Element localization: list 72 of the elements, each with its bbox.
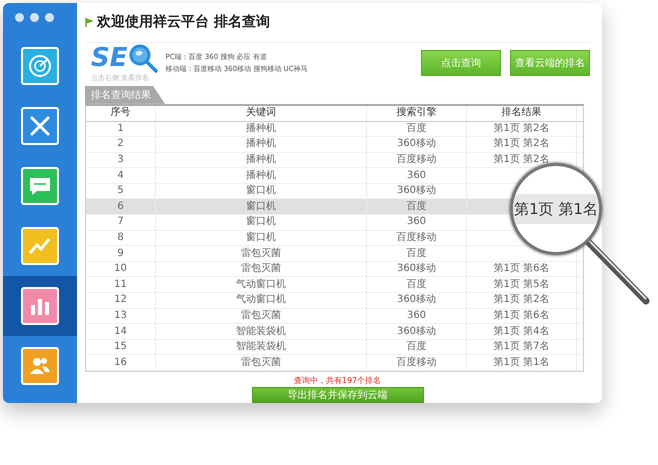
table-cell: 360移动 <box>367 137 467 152</box>
table-cell: 百度移动 <box>367 152 467 168</box>
table-cell: 智能装袋机 <box>156 324 367 339</box>
table-cell: 1 <box>86 122 156 136</box>
table-cell: 播种机 <box>156 168 367 183</box>
table-cell: 360移动 <box>367 262 467 276</box>
table-cell: 12 <box>86 293 156 308</box>
table-cell: 播种机 <box>156 152 367 168</box>
radar-icon <box>27 53 53 79</box>
sidebar-item[interactable] <box>3 276 77 336</box>
globe-search-icon <box>128 42 158 73</box>
table-cell: 第1页 第6名 <box>467 262 577 276</box>
table-cell: 第1页 第5名 <box>467 277 577 292</box>
table-cell: 2 <box>86 137 156 152</box>
table-cell: 播种机 <box>156 122 367 136</box>
table-cell: 窗口机 <box>156 184 367 198</box>
table-cell: 窗口机 <box>156 199 367 214</box>
table-cell: 百度移动 <box>367 355 467 370</box>
table-cell: 第1页 第7名 <box>467 340 577 354</box>
table-cell: 百度移动 <box>367 230 467 246</box>
table-cell: 3 <box>86 152 156 168</box>
flag-icon <box>85 18 93 27</box>
table-cell: 16 <box>86 355 156 370</box>
table-cell: 360移动 <box>367 324 467 339</box>
column-header[interactable]: 关键词 <box>156 106 367 120</box>
table-cell: 7 <box>86 215 156 230</box>
table-cell: 百度 <box>367 199 467 214</box>
table-cell: 14 <box>86 324 156 339</box>
window-dot[interactable] <box>15 13 24 22</box>
table-cell: 13 <box>86 308 156 324</box>
logo-text: SE <box>91 44 128 71</box>
table-cell: 窗口机 <box>156 230 367 246</box>
table-cell: 智能装袋机 <box>156 340 367 354</box>
table-cell: 15 <box>86 340 156 354</box>
magnified-text: 第1页 第1名 <box>514 200 598 218</box>
table-cell: 播种机 <box>156 137 367 152</box>
table-cell: 雷包灭菌 <box>156 262 367 276</box>
table-cell: 5 <box>86 184 156 198</box>
table-cell: 百度 <box>367 277 467 292</box>
table-cell: 百度 <box>367 122 467 136</box>
status-text: 查询中，共有197个排名 <box>292 375 382 386</box>
table-cell: 百度 <box>367 340 467 354</box>
table-cell: 第1页 第1名 <box>467 355 577 370</box>
table-cell: 第1页 第2名 <box>467 122 577 136</box>
table-cell: 360 <box>367 308 467 324</box>
table-cell: 360移动 <box>367 293 467 308</box>
table-cell: 360 <box>367 215 467 230</box>
table-cell: 雷包灭菌 <box>156 355 367 370</box>
table-cell: 雷包灭菌 <box>156 308 367 324</box>
table-cell: 6 <box>86 199 156 214</box>
table-cell: 第1页 第2名 <box>467 293 577 308</box>
table-cell: 360移动 <box>367 184 467 198</box>
table-cell: 11 <box>86 277 156 292</box>
table-cell: 第1页 第6名 <box>467 308 577 324</box>
table-cell: 4 <box>86 168 156 183</box>
window-dot[interactable] <box>45 13 54 22</box>
column-header[interactable]: 搜索引擎 <box>367 106 467 120</box>
table-cell: 窗口机 <box>156 215 367 230</box>
table-cell: 百度 <box>367 246 467 261</box>
column-header[interactable]: 序号 <box>86 106 156 120</box>
window-title: 欢迎使用祥云平台 排名查询 <box>97 13 270 32</box>
table-cell: 10 <box>86 262 156 276</box>
table-cell: 8 <box>86 230 156 246</box>
table-cell: 气动窗口机 <box>156 293 367 308</box>
window-dot[interactable] <box>30 13 39 22</box>
table-cell: 第1页 第2名 <box>467 137 577 152</box>
table-cell: 9 <box>86 246 156 261</box>
table-cell: 气动窗口机 <box>156 277 367 292</box>
column-header[interactable]: 排名结果 <box>467 106 577 120</box>
table-cell: 360 <box>367 168 467 183</box>
table-cell: 雷包灭菌 <box>156 246 367 261</box>
table-cell: 第1页 第4名 <box>467 324 577 339</box>
